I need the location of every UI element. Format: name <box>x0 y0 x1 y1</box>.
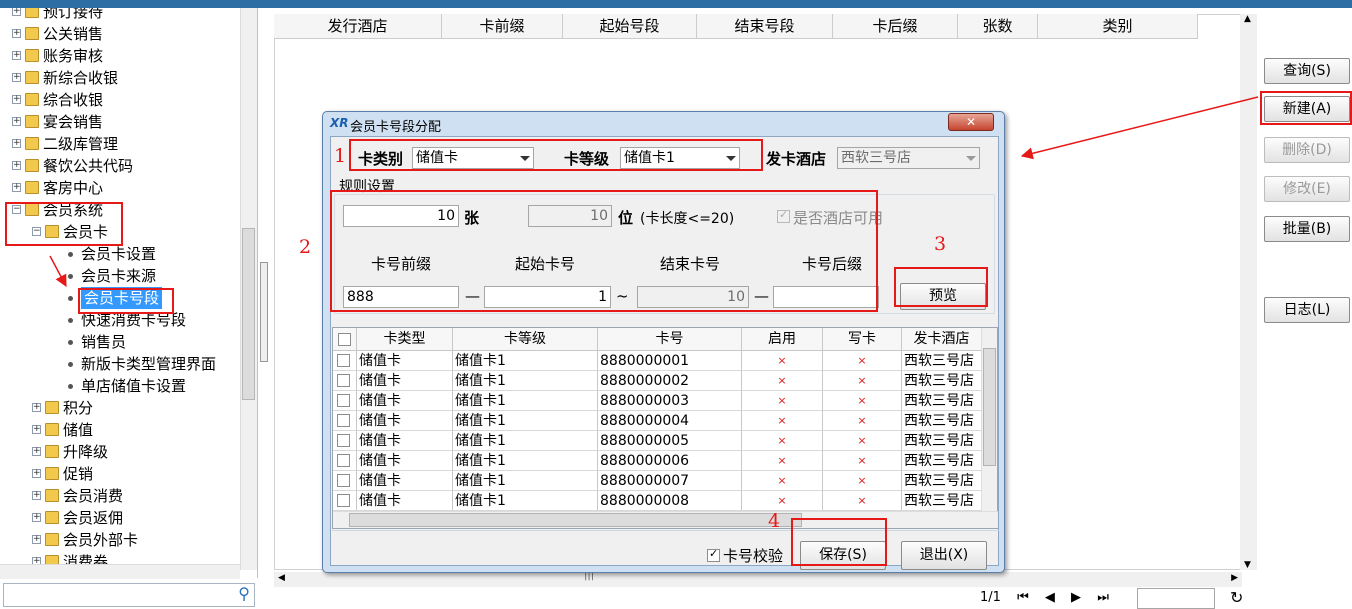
arrow-to-dialog <box>1020 96 1259 160</box>
arrow-to-menu-item <box>49 255 67 288</box>
annotation-arrows <box>49 96 1259 288</box>
